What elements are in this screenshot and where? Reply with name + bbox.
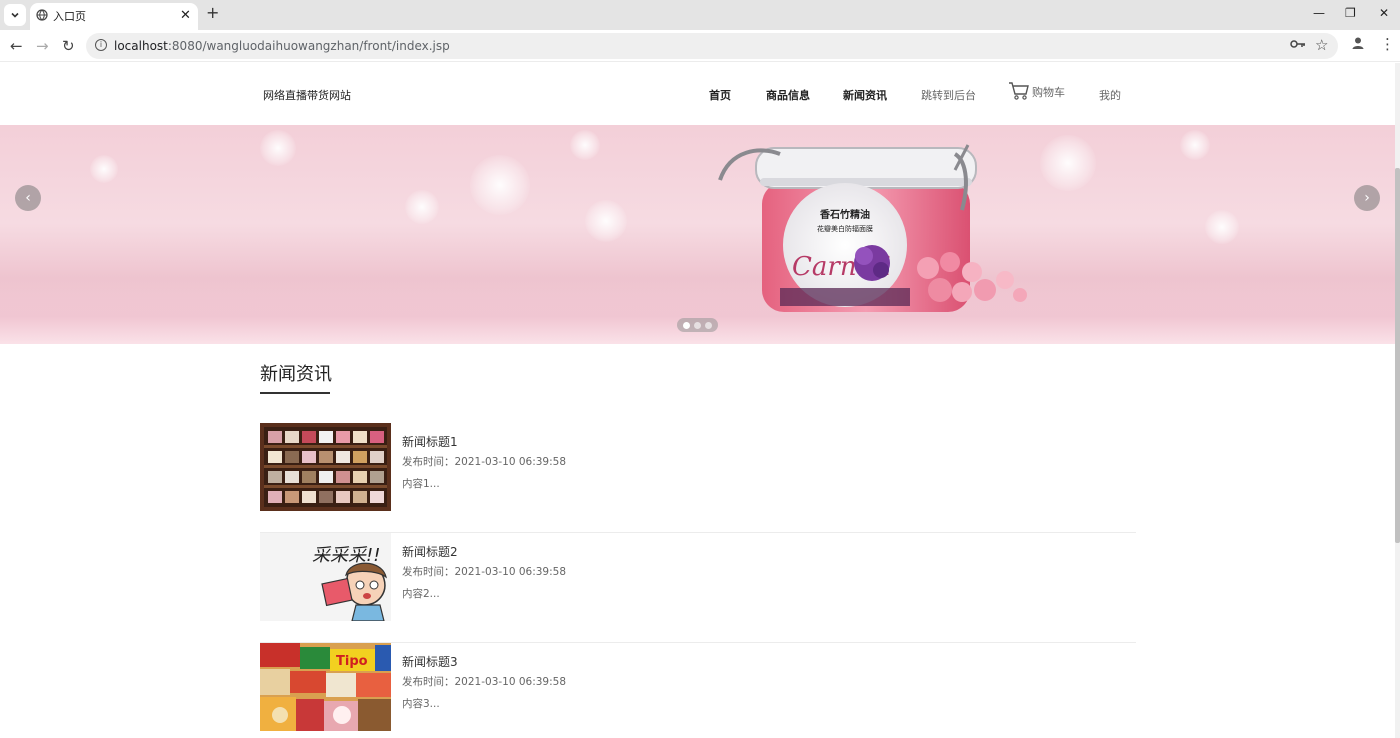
news-thumbnail-cartoon[interactable]: 采采采!! [260,533,391,621]
tab-search-button[interactable] [4,4,26,26]
tab-title: 入口页 [53,10,86,23]
carousel-dot-3[interactable] [705,321,712,329]
news-thumbnail-snacks[interactable]: Tipo [260,643,391,731]
back-icon[interactable]: ← [10,37,23,55]
bokeh-light [470,155,530,215]
svg-text:花瓣美白防辐面膜: 花瓣美白防辐面膜 [817,224,873,233]
svg-text:采采采!!: 采采采!! [312,545,380,566]
minimize-icon[interactable]: — [1313,6,1325,20]
news-thumbnail-shoe-rack[interactable] [260,423,391,511]
news-time: 发布时间：2021-03-10 06:39:58 [402,456,567,468]
svg-text:Tipo: Tipo [336,654,368,669]
nav-products[interactable]: 商品信息 [766,87,810,103]
banner-haze [0,275,1395,344]
url-text: localhost:8080/wangluodaihuowangzhan/fro… [114,39,450,53]
carousel-next-button[interactable]: › [1354,185,1380,211]
bokeh-light [260,130,296,166]
password-key-icon[interactable] [1290,38,1306,54]
globe-icon [36,9,48,21]
bookmark-star-icon[interactable]: ☆ [1315,36,1328,54]
news-item[interactable]: 新闻标题1 发布时间：2021-03-10 06:39:58 内容1... [260,423,1136,533]
browser-tab-strip: 入口页 ✕ + — ❐ ✕ [0,0,1400,30]
news-content: 内容2... [402,588,440,600]
bokeh-light [90,155,118,183]
bokeh-light [585,200,627,242]
more-menu-icon[interactable]: ⋮ [1380,35,1395,53]
browser-toolbar: ← → ↻ i localhost:8080/wangluodaihuowang… [0,30,1400,62]
carousel-dot-1[interactable] [683,321,690,329]
scrollbar-thumb[interactable] [1395,168,1400,543]
news-item[interactable]: Tipo 新闻标题3 发布时间：2021-03-10 06:39:58 内容3.… [260,643,1136,738]
chevron-down-icon [11,12,19,18]
bokeh-light [405,190,439,224]
web-page: 网络直播带货网站 首页 商品信息 新闻资讯 跳转到后台 购物车 我的 香石竹精油… [0,63,1400,738]
nav-home[interactable]: 首页 [709,87,731,103]
svg-text:香石竹精油: 香石竹精油 [820,208,870,221]
address-bar[interactable]: i localhost:8080/wangluodaihuowangzhan/f… [86,33,1338,59]
news-item[interactable]: 采采采!! 新闻标题2 发布时间：2021-03-10 06:39:58 内容2… [260,533,1136,643]
nav-mine[interactable]: 我的 [1099,87,1121,103]
news-title[interactable]: 新闻标题2 [402,543,458,560]
news-time: 发布时间：2021-03-10 06:39:58 [402,676,567,688]
cart-label: 购物车 [1032,86,1065,99]
browser-tab[interactable]: 入口页 ✕ [30,3,198,30]
reload-icon[interactable]: ↻ [62,37,75,55]
site-brand[interactable]: 网络直播带货网站 [263,87,351,103]
banner-carousel[interactable]: 香石竹精油 花瓣美白防辐面膜 Carnati ‹ › [0,125,1395,344]
product-jar-image: 香石竹精油 花瓣美白防辐面膜 Carnati [718,144,1027,312]
bokeh-light [1205,210,1239,244]
forward-icon[interactable]: → [36,37,49,55]
shopping-cart-icon [1009,82,1029,100]
close-window-icon[interactable]: ✕ [1379,6,1389,20]
nav-news[interactable]: 新闻资讯 [843,87,887,103]
new-tab-button[interactable]: + [206,3,219,22]
news-time: 发布时间：2021-03-10 06:39:58 [402,566,567,578]
carousel-prev-button[interactable]: ‹ [15,185,41,211]
site-header: 网络直播带货网站 首页 商品信息 新闻资讯 跳转到后台 购物车 我的 [0,63,1400,125]
news-content: 内容3... [402,698,440,710]
news-title[interactable]: 新闻标题1 [402,433,458,450]
section-underline [260,392,330,394]
close-tab-icon[interactable]: ✕ [180,8,191,23]
nav-cart[interactable]: 购物车 [1008,81,1065,101]
restore-icon[interactable]: ❐ [1345,6,1356,20]
page-scrollbar[interactable] [1395,63,1400,738]
site-info-icon[interactable]: i [95,39,107,51]
news-title[interactable]: 新闻标题3 [402,653,458,670]
carousel-dot-2[interactable] [694,321,701,329]
news-section-title: 新闻资讯 [260,364,332,385]
bokeh-light [1180,130,1210,160]
nav-admin[interactable]: 跳转到后台 [921,87,976,103]
carousel-indicators [677,318,718,332]
profile-icon[interactable] [1351,36,1365,54]
news-content: 内容1... [402,478,440,490]
bokeh-light [570,130,600,160]
